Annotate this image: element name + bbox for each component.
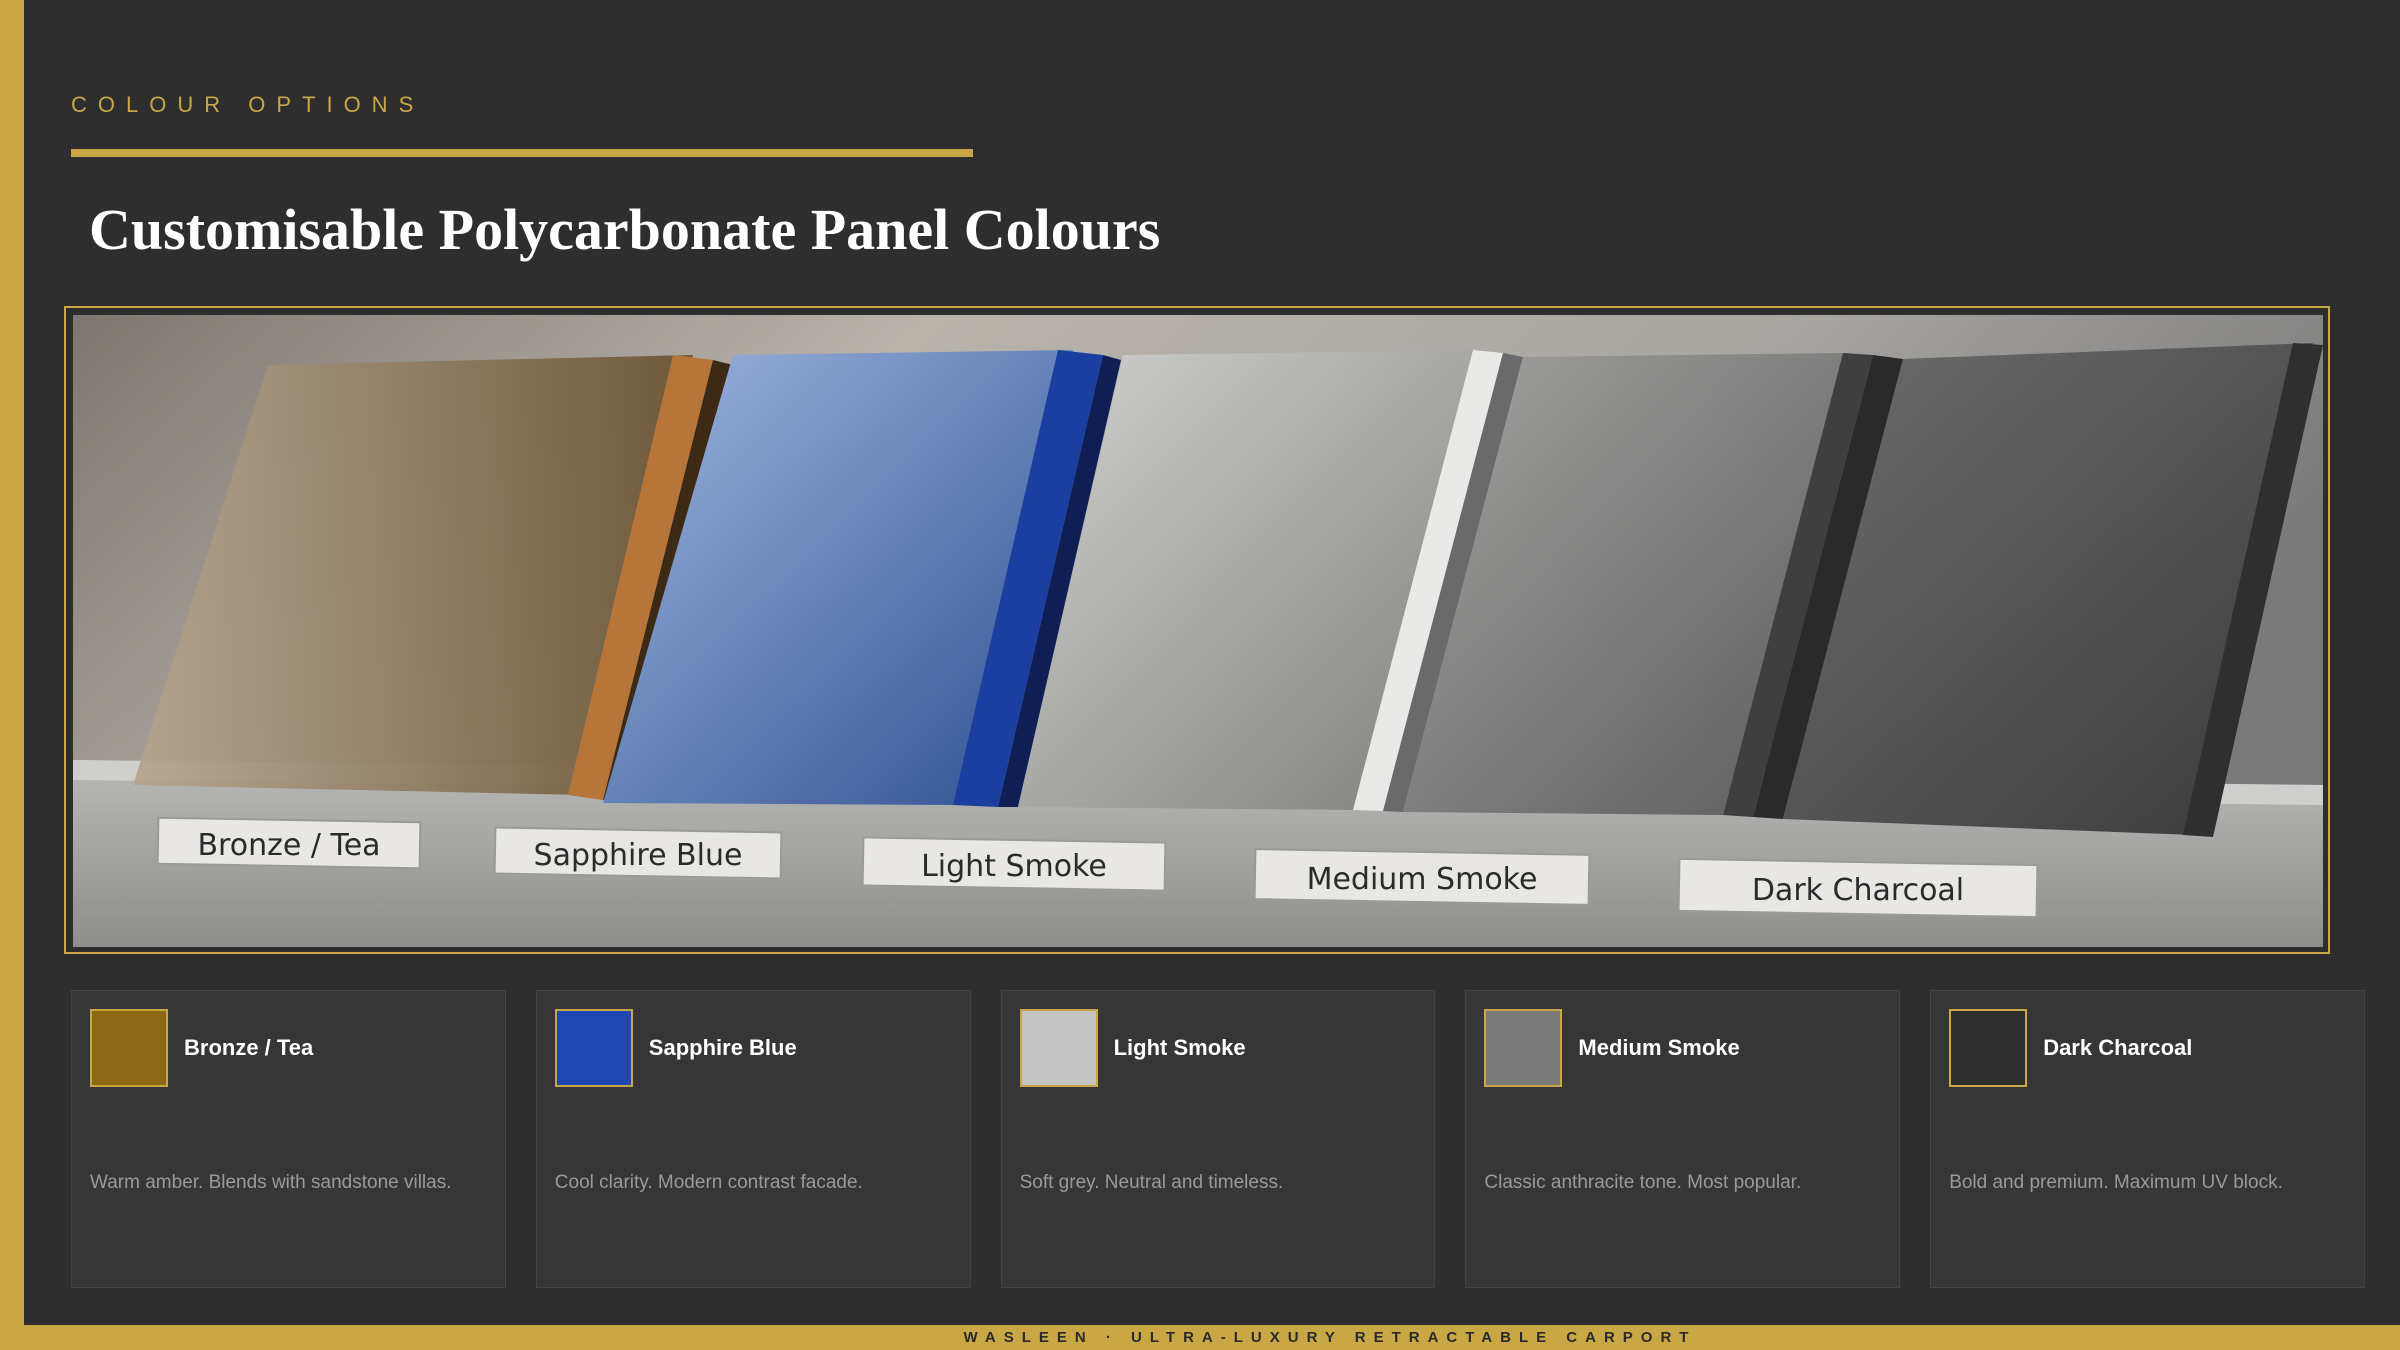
footer-text: WASLEEN · ULTRA-LUXURY RETRACTABLE CARPO…: [963, 1329, 1697, 1346]
plaque-label: Sapphire Blue: [534, 838, 743, 873]
plaque-medium-smoke: Medium Smoke: [1253, 848, 1591, 906]
left-accent-bar: [0, 0, 24, 1350]
plaque-label: Dark Charcoal: [1752, 873, 1964, 908]
colour-card-dark-charcoal: Dark Charcoal Bold and premium. Maximum …: [1930, 990, 2365, 1288]
plaque-label: Bronze / Tea: [197, 828, 380, 863]
section-eyebrow: COLOUR OPTIONS: [71, 92, 425, 117]
colour-name: Light Smoke: [1113, 1035, 1246, 1060]
colour-card-medium-smoke: Medium Smoke Classic anthracite tone. Mo…: [1465, 990, 1901, 1288]
colour-swatch: [1949, 1009, 2028, 1087]
colour-name: Dark Charcoal: [2043, 1035, 2193, 1060]
plaque-label: Medium Smoke: [1307, 862, 1538, 897]
page-title: Customisable Polycarbonate Panel Colours: [89, 197, 1161, 262]
colour-card-bronze-tea: Bronze / Tea Warm amber. Blends with san…: [71, 990, 506, 1288]
colour-description: Warm amber. Blends with sandstone villas…: [90, 1172, 452, 1193]
colour-description: Soft grey. Neutral and timeless.: [1019, 1172, 1284, 1193]
colour-name: Sapphire Blue: [648, 1035, 797, 1060]
colour-swatch: [90, 1009, 168, 1087]
panel-samples-photo: Bronze / Tea Sapphire Blue Light Smoke M…: [73, 315, 2323, 947]
colour-option-cards: Bronze / Tea Warm amber. Blends with san…: [71, 990, 2365, 1288]
colour-name: Medium Smoke: [1578, 1035, 1740, 1060]
plaque-dark-charcoal: Dark Charcoal: [1677, 857, 2039, 919]
plaque-sapphire-blue: Sapphire Blue: [493, 826, 783, 880]
colour-description: Cool clarity. Modern contrast facade.: [554, 1172, 863, 1193]
plaque-light-smoke: Light Smoke: [861, 836, 1167, 892]
colour-swatch: [1484, 1009, 1563, 1087]
eyebrow-divider: [71, 149, 973, 157]
footer-bar: WASLEEN · ULTRA-LUXURY RETRACTABLE CARPO…: [0, 1325, 2400, 1350]
colour-card-sapphire-blue: Sapphire Blue Cool clarity. Modern contr…: [535, 990, 971, 1288]
colour-name: Bronze / Tea: [184, 1035, 314, 1060]
colour-card-light-smoke: Light Smoke Soft grey. Neutral and timel…: [1000, 990, 1436, 1288]
colour-description: Bold and premium. Maximum UV block.: [1949, 1172, 2283, 1193]
colour-description: Classic anthracite tone. Most popular.: [1484, 1172, 1802, 1193]
plaque-bronze-tea: Bronze / Tea: [156, 816, 422, 870]
colour-swatch: [554, 1009, 633, 1087]
panel-photo-frame: Bronze / Tea Sapphire Blue Light Smoke M…: [64, 306, 2330, 954]
plaque-label: Light Smoke: [921, 849, 1107, 884]
colour-swatch: [1019, 1009, 1098, 1087]
